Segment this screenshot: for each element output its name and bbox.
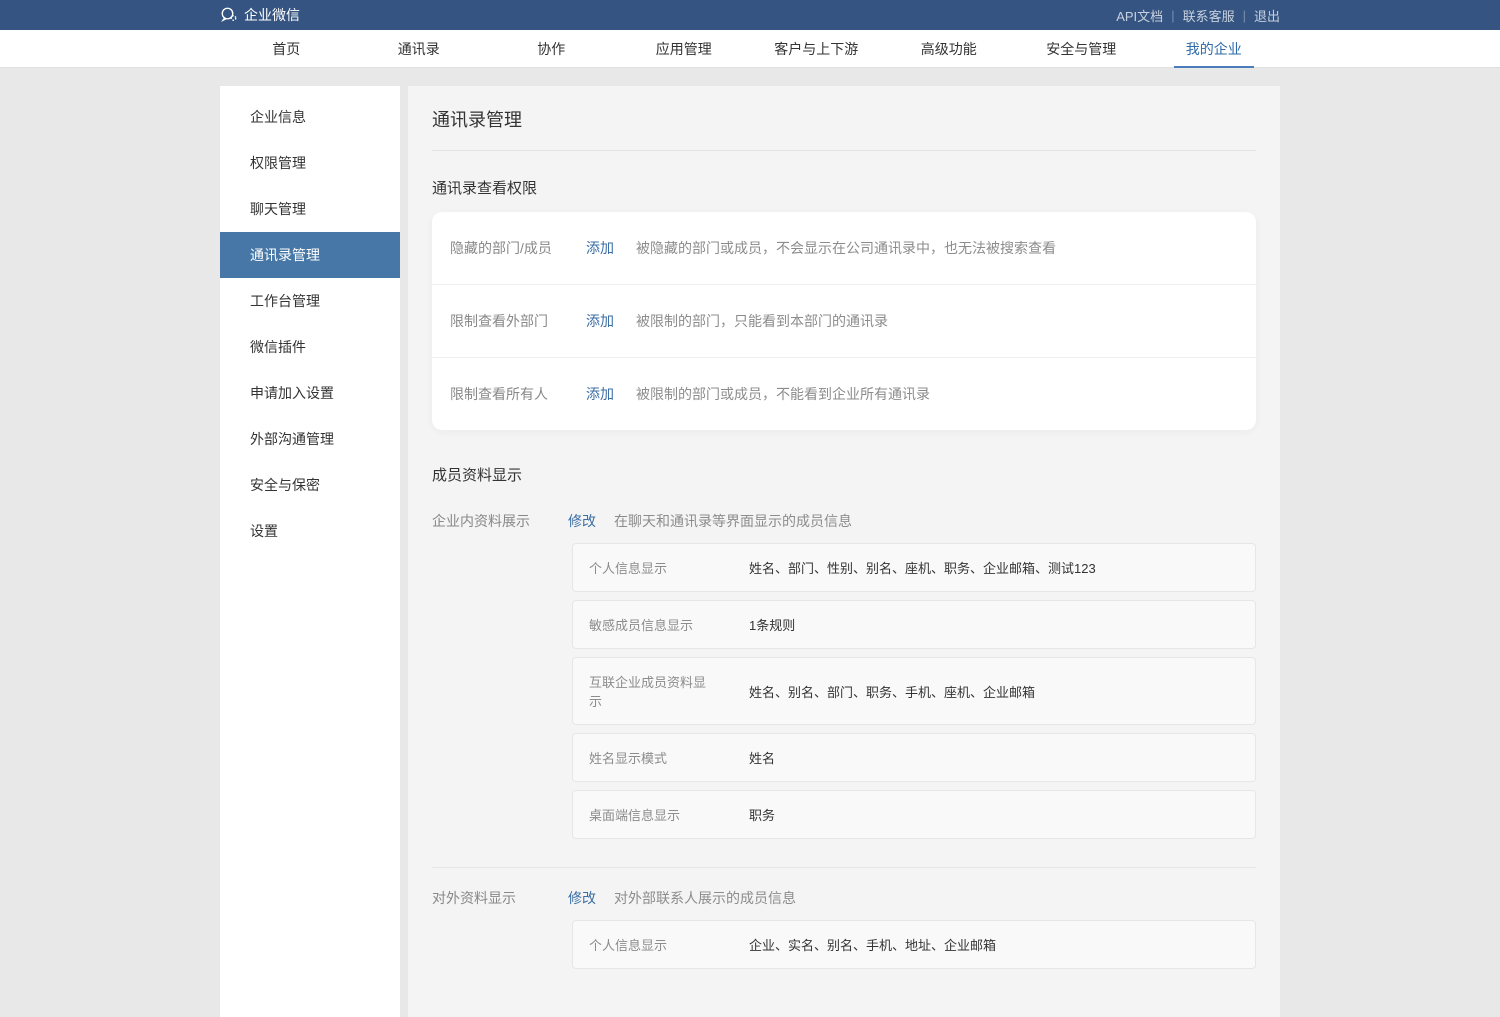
info-box: 姓名显示模式 姓名 [572, 733, 1256, 782]
external-profile-desc: 对外部联系人展示的成员信息 [614, 888, 796, 908]
external-profile-label: 对外资料显示 [432, 888, 552, 908]
sidebar-item-6[interactable]: 申请加入设置 [220, 370, 400, 416]
permission-label: 限制查看所有人 [450, 384, 570, 404]
permission-card: 隐藏的部门/成员添加被隐藏的部门或成员，不会显示在公司通讯录中，也无法被搜索查看… [432, 212, 1256, 430]
info-box-value: 企业、实名、别名、手机、地址、企业邮箱 [749, 935, 996, 954]
main-nav: 首页通讯录协作应用管理客户与上下游高级功能安全与管理我的企业 [0, 30, 1500, 68]
sidebar-item-7[interactable]: 外部沟通管理 [220, 416, 400, 462]
edit-internal-button[interactable]: 修改 [568, 511, 596, 531]
sidebar-item-9[interactable]: 设置 [220, 508, 400, 554]
page-title: 通讯录管理 [432, 106, 1256, 151]
info-box: 个人信息显示 企业、实名、别名、手机、地址、企业邮箱 [572, 920, 1256, 969]
add-permission-button[interactable]: 添加 [586, 311, 614, 331]
nav-item-6[interactable]: 安全与管理 [1015, 30, 1148, 67]
api-doc-link[interactable]: API文档 [1116, 6, 1163, 25]
nav-item-3[interactable]: 应用管理 [618, 30, 751, 67]
support-link[interactable]: 联系客服 [1183, 6, 1235, 25]
add-permission-button[interactable]: 添加 [586, 384, 614, 404]
info-box-label: 个人信息显示 [589, 935, 709, 954]
info-box: 敏感成员信息显示 1条规则 [572, 600, 1256, 649]
permission-row: 隐藏的部门/成员添加 被隐藏的部门或成员，不会显示在公司通讯录中，也无法被搜索查看 [432, 212, 1256, 285]
info-box-label: 互联企业成员资料显示 [589, 672, 709, 710]
info-box: 个人信息显示 姓名、部门、性别、别名、座机、职务、企业邮箱、测试123 [572, 543, 1256, 592]
info-box-value: 姓名、别名、部门、职务、手机、座机、企业邮箱 [749, 682, 1035, 701]
sidebar-item-4[interactable]: 工作台管理 [220, 278, 400, 324]
permission-desc: 被隐藏的部门或成员，不会显示在公司通讯录中，也无法被搜索查看 [636, 238, 1056, 258]
sidebar: 企业信息权限管理聊天管理通讯录管理工作台管理微信插件申请加入设置外部沟通管理安全… [220, 86, 400, 1017]
logout-link[interactable]: 退出 [1254, 6, 1280, 25]
edit-external-button[interactable]: 修改 [568, 888, 596, 908]
info-box-value: 姓名 [749, 748, 775, 767]
permission-label: 限制查看外部门 [450, 311, 570, 331]
info-box-label: 个人信息显示 [589, 558, 709, 577]
topbar: 企业微信 API文档 | 联系客服 | 退出 [0, 0, 1500, 30]
info-box-value: 1条规则 [749, 615, 795, 634]
brand-name: 企业微信 [244, 5, 300, 25]
nav-item-4[interactable]: 客户与上下游 [750, 30, 883, 67]
permission-desc: 被限制的部门，只能看到本部门的通讯录 [636, 311, 888, 331]
add-permission-button[interactable]: 添加 [586, 238, 614, 258]
info-box-label: 桌面端信息显示 [589, 805, 709, 824]
internal-profile-section: 企业内资料展示 修改 在聊天和通讯录等界面显示的成员信息 个人信息显示 姓名、部门… [432, 511, 1256, 839]
permission-row: 限制查看外部门添加 被限制的部门，只能看到本部门的通讯录 [432, 285, 1256, 358]
sidebar-item-3[interactable]: 通讯录管理 [220, 232, 400, 278]
permission-desc: 被限制的部门或成员，不能看到企业所有通讯录 [636, 384, 930, 404]
permission-label: 隐藏的部门/成员 [450, 238, 570, 258]
sidebar-item-5[interactable]: 微信插件 [220, 324, 400, 370]
internal-profile-desc: 在聊天和通讯录等界面显示的成员信息 [614, 511, 852, 531]
info-box-label: 姓名显示模式 [589, 748, 709, 767]
permission-row: 限制查看所有人添加 被限制的部门或成员，不能看到企业所有通讯录 [432, 358, 1256, 430]
nav-item-5[interactable]: 高级功能 [883, 30, 1016, 67]
sidebar-item-2[interactable]: 聊天管理 [220, 186, 400, 232]
info-box-value: 姓名、部门、性别、别名、座机、职务、企业邮箱、测试123 [749, 558, 1096, 577]
sidebar-item-0[interactable]: 企业信息 [220, 94, 400, 140]
brand-area: 企业微信 [220, 5, 300, 25]
sidebar-item-1[interactable]: 权限管理 [220, 140, 400, 186]
internal-profile-label: 企业内资料展示 [432, 511, 552, 531]
top-links: API文档 | 联系客服 | 退出 [1116, 6, 1280, 25]
external-profile-section: 对外资料显示 修改 对外部联系人展示的成员信息 个人信息显示 企业、实名、别名、手… [432, 888, 1256, 969]
nav-item-2[interactable]: 协作 [485, 30, 618, 67]
nav-item-7[interactable]: 我的企业 [1148, 30, 1281, 67]
nav-item-0[interactable]: 首页 [220, 30, 353, 67]
info-box-label: 敏感成员信息显示 [589, 615, 709, 634]
info-box: 桌面端信息显示 职务 [572, 790, 1256, 839]
wechat-work-logo-icon [220, 6, 238, 24]
nav-item-1[interactable]: 通讯录 [353, 30, 486, 67]
separator: | [1235, 8, 1254, 23]
permission-section-title: 通讯录查看权限 [432, 177, 1256, 198]
member-section-title: 成员资料显示 [432, 464, 1256, 485]
sidebar-item-8[interactable]: 安全与保密 [220, 462, 400, 508]
info-box: 互联企业成员资料显示 姓名、别名、部门、职务、手机、座机、企业邮箱 [572, 657, 1256, 725]
divider [432, 867, 1256, 868]
main-content: 通讯录管理 通讯录查看权限 隐藏的部门/成员添加被隐藏的部门或成员，不会显示在公… [408, 86, 1280, 1017]
separator: | [1163, 8, 1182, 23]
info-box-value: 职务 [749, 805, 775, 824]
